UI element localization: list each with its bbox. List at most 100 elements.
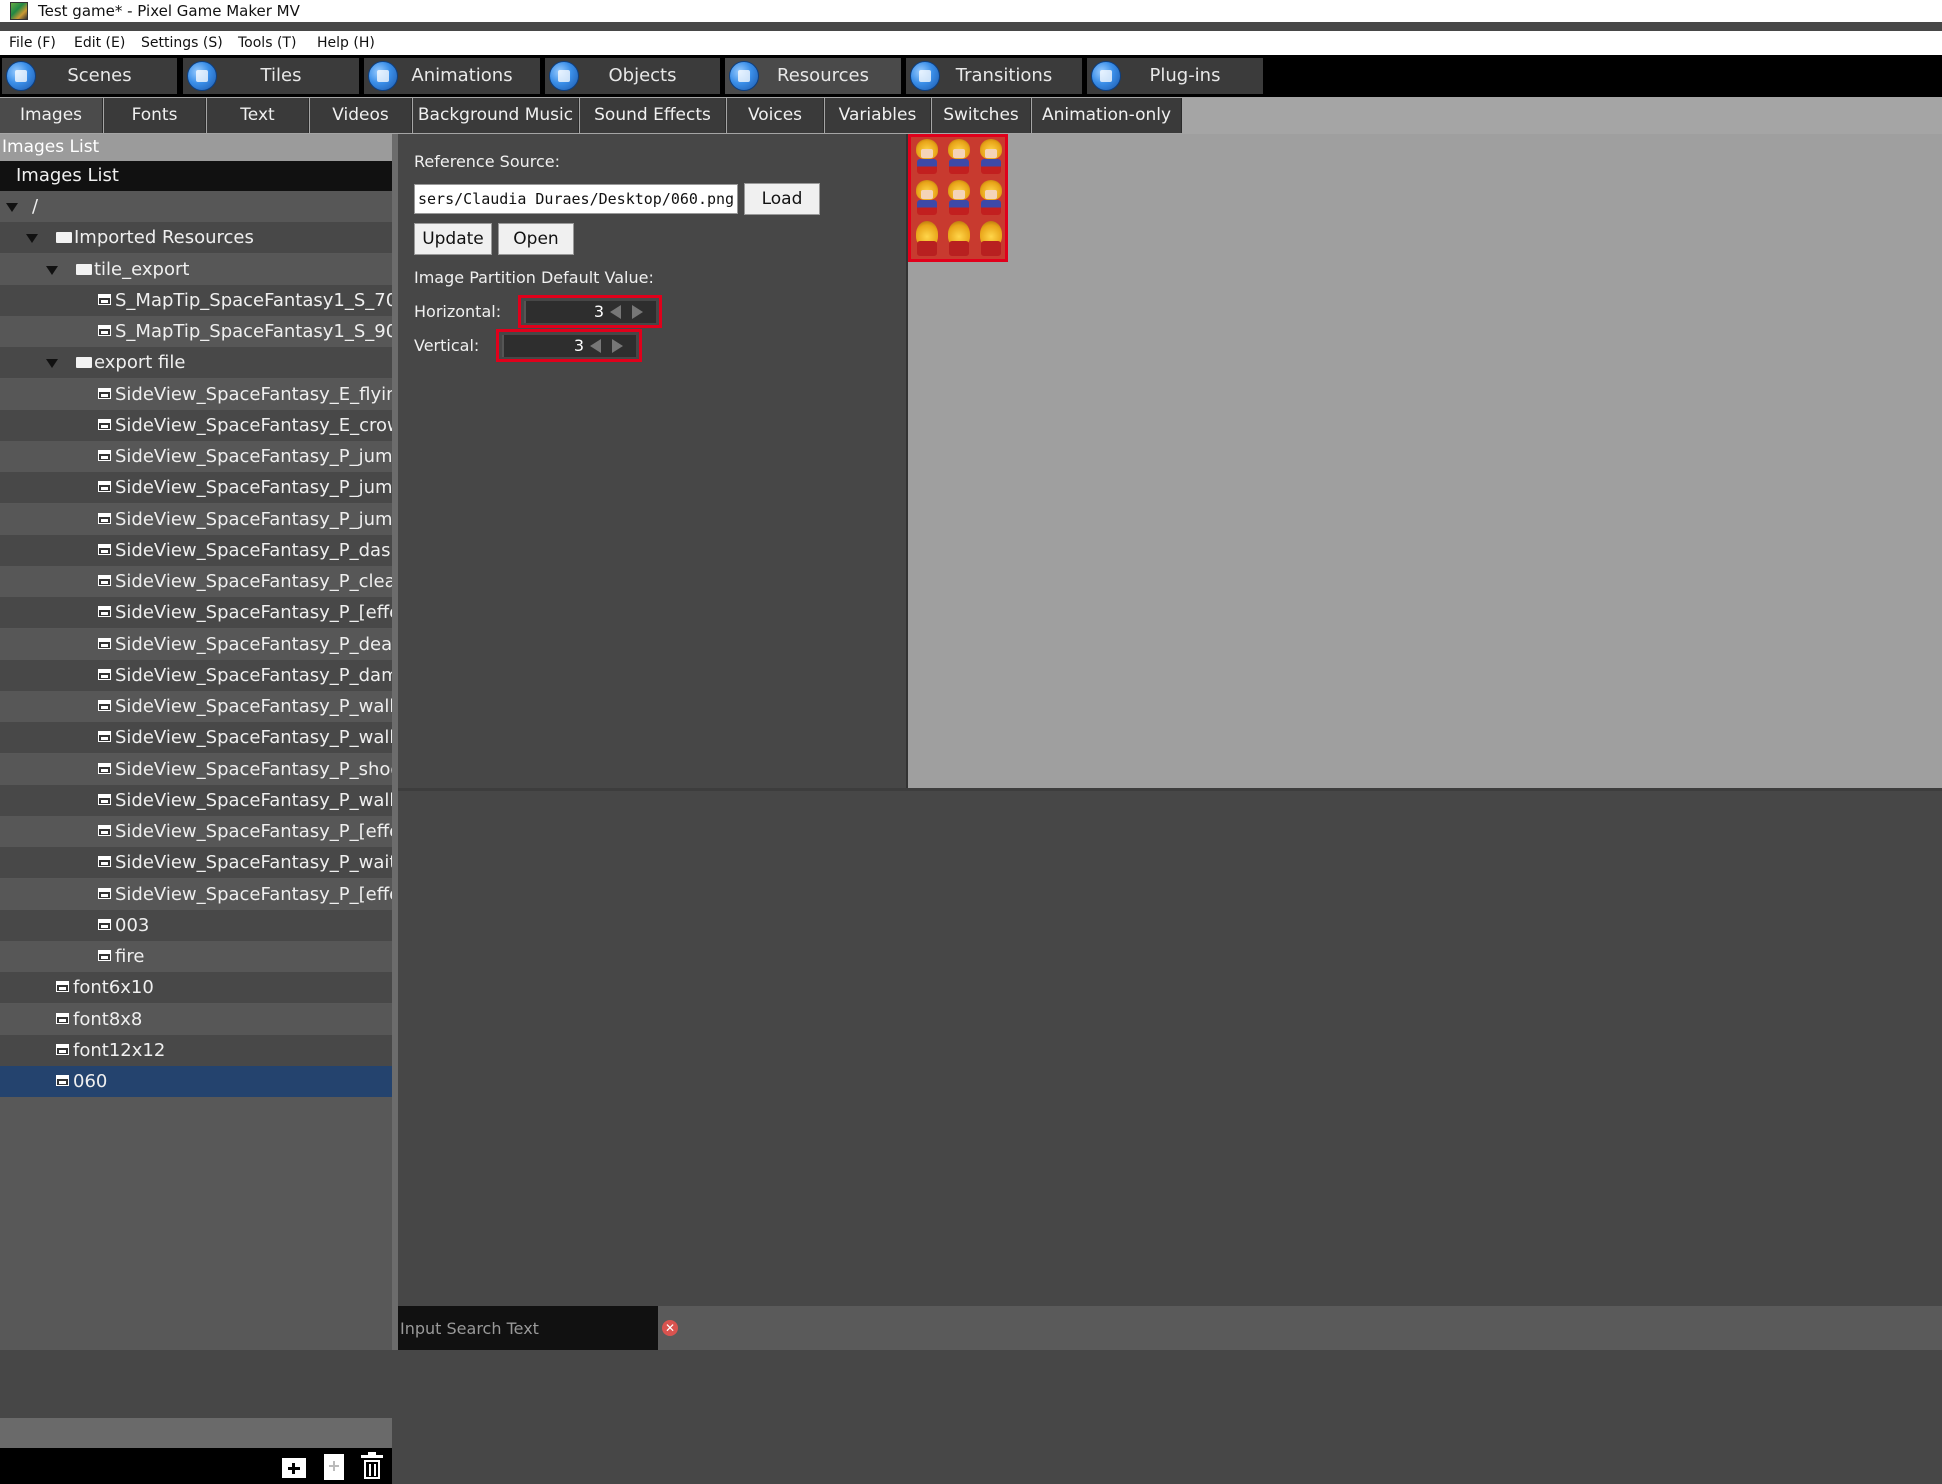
expand-arrow-icon[interactable] — [6, 203, 18, 212]
load-button[interactable]: Load — [744, 183, 820, 215]
tab-resources[interactable]: Resources — [725, 58, 901, 94]
tree-image-item[interactable]: SideView_SpaceFantasy_P_[effec — [0, 878, 392, 910]
decrement-arrow-icon[interactable] — [610, 305, 621, 319]
tree-folder[interactable]: tile_export — [0, 253, 392, 285]
tree-item-label: Imported Resources — [74, 227, 254, 249]
tree-image-item[interactable]: SideView_SpaceFantasy_P_shoot — [0, 753, 392, 785]
tree-image-item[interactable]: SideView_SpaceFantasy_P_dash — [0, 534, 392, 566]
increment-arrow-icon[interactable] — [632, 305, 643, 319]
search-input[interactable] — [398, 1306, 658, 1350]
tree-image-item[interactable]: SideView_SpaceFantasy_P_wait — [0, 847, 392, 879]
tab-scenes-label: Scenes — [67, 65, 132, 86]
tree-root[interactable]: / — [0, 191, 392, 222]
tab-tiles[interactable]: Tiles — [183, 58, 359, 94]
increment-arrow-icon[interactable] — [612, 339, 623, 353]
tree-image-item[interactable]: font8x8 — [0, 1003, 392, 1035]
image-icon — [56, 1043, 69, 1055]
sprite-frame — [944, 138, 974, 178]
tree-image-item[interactable]: S_MapTip_SpaceFantasy1_S_704 — [0, 284, 392, 316]
vertical-value: 3 — [573, 336, 584, 355]
tree-item-label: SideView_SpaceFantasy_P_damag — [115, 664, 392, 686]
tab-scenes[interactable]: Scenes — [2, 58, 177, 94]
subtab-videos[interactable]: Videos — [310, 98, 412, 133]
tree-image-item[interactable]: SideView_SpaceFantasy_P_jump — [0, 441, 392, 472]
subtab-switches[interactable]: Switches — [932, 98, 1031, 133]
decrement-arrow-icon[interactable] — [590, 339, 601, 353]
horizontal-scrollbar[interactable] — [0, 1418, 392, 1448]
subtab-background-music[interactable]: Background Music — [413, 98, 579, 133]
image-icon — [98, 637, 111, 649]
tree-image-item[interactable]: font12x12 — [0, 1034, 392, 1066]
tree-folder[interactable]: Imported Resources — [0, 222, 392, 254]
tab-objects[interactable]: Objects — [545, 58, 720, 94]
subtab-text[interactable]: Text — [207, 98, 309, 133]
menu-file[interactable]: File (F) — [9, 31, 56, 55]
tab-plugins[interactable]: Plug-ins — [1087, 58, 1263, 94]
add-folder-button[interactable] — [280, 1452, 308, 1480]
subtab-animation-only[interactable]: Animation-only — [1032, 98, 1182, 133]
horizontal-label: Horizontal: — [414, 302, 502, 321]
menu-tools[interactable]: Tools (T) — [238, 31, 296, 55]
tree-image-item[interactable]: SideView_SpaceFantasy_P_walk — [0, 722, 392, 754]
reference-source-input[interactable] — [414, 184, 738, 214]
tree-image-item[interactable]: SideView_SpaceFantasy_P_jump — [0, 472, 392, 504]
folder-icon — [76, 357, 92, 369]
image-icon — [56, 1012, 69, 1024]
image-icon — [98, 387, 111, 399]
add-image-button[interactable] — [320, 1452, 348, 1480]
subtab-voices[interactable]: Voices — [727, 98, 824, 133]
tree-image-item[interactable]: SideView_SpaceFantasy_P_walk s — [0, 691, 392, 722]
expand-arrow-icon[interactable] — [26, 234, 38, 244]
title-bar: Test game* - Pixel Game Maker MV — [0, 0, 1942, 22]
vertical-highlight: 3 — [496, 329, 642, 362]
tree-image-item[interactable]: SideView_SpaceFantasy_P_damag — [0, 659, 392, 691]
tree-image-item[interactable]: SideView_SpaceFantasy_P_death — [0, 628, 392, 660]
tree-image-item[interactable]: SideView_SpaceFantasy_P_[effec — [0, 816, 392, 847]
subtab-variables[interactable]: Variables — [825, 98, 931, 133]
update-button[interactable]: Update — [414, 223, 492, 255]
sprite-frame — [912, 179, 942, 219]
tree-image-item[interactable]: 003 — [0, 909, 392, 941]
tree-item-label: SideView_SpaceFantasy_P_jump — [115, 477, 392, 499]
tree-folder[interactable]: export file — [0, 347, 392, 379]
tree-item-label: 060 — [73, 1071, 108, 1092]
subtab-images[interactable]: Images — [0, 98, 103, 133]
tree-item-label: SideView_SpaceFantasy_P_walk s — [115, 789, 392, 811]
subtab-sound-effects[interactable]: Sound Effects — [580, 98, 726, 133]
subtab-fonts[interactable]: Fonts — [104, 98, 206, 133]
tree-image-item[interactable]: S_MapTip_SpaceFantasy1_S_906 — [0, 316, 392, 347]
tab-animations[interactable]: Animations — [364, 58, 540, 94]
sub-tab-bar: Images Fonts Text Videos Background Musi… — [0, 97, 1942, 134]
tree-image-item[interactable]: font6x10 — [0, 972, 392, 1004]
tab-tiles-label: Tiles — [260, 65, 302, 86]
menu-settings[interactable]: Settings (S) — [141, 31, 223, 55]
tree-image-item[interactable]: SideView_SpaceFantasy_E_flying — [0, 378, 392, 410]
menu-help[interactable]: Help (H) — [317, 31, 375, 55]
tree-item-label: tile_export — [94, 258, 190, 280]
images-list-header: Images List — [0, 161, 392, 191]
tab-transitions[interactable]: Transitions — [906, 58, 1082, 94]
tree-image-item[interactable]: SideView_SpaceFantasy_E_crowli — [0, 409, 392, 441]
image-icon — [98, 700, 111, 711]
horizontal-spinner[interactable]: 3 — [524, 301, 656, 323]
image-icon — [98, 606, 111, 618]
tree-image-item[interactable]: SideView_SpaceFantasy_P_[effec — [0, 597, 392, 629]
tree-image-item[interactable]: 060 — [0, 1066, 392, 1097]
expand-arrow-icon[interactable] — [46, 359, 58, 369]
folder-icon — [76, 263, 92, 275]
image-icon — [98, 575, 111, 586]
expand-arrow-icon[interactable] — [46, 265, 58, 275]
open-button[interactable]: Open — [498, 223, 574, 255]
tree-image-item[interactable]: SideView_SpaceFantasy_P_walk s — [0, 784, 392, 816]
image-properties-panel: Reference Source: Load Update Open Image… — [398, 134, 906, 788]
tree-item-label: SideView_SpaceFantasy_E_crowli — [115, 414, 392, 436]
sprite-frame — [944, 220, 974, 260]
menu-edit[interactable]: Edit (E) — [74, 31, 125, 55]
tree-image-item[interactable]: SideView_SpaceFantasy_P_clear — [0, 566, 392, 597]
delete-button[interactable] — [358, 1452, 386, 1480]
vertical-spinner[interactable]: 3 — [502, 335, 636, 357]
clear-icon[interactable]: ✕ — [662, 1320, 678, 1336]
tree-image-item[interactable]: SideView_SpaceFantasy_P_jump — [0, 503, 392, 535]
tree-item-label: SideView_SpaceFantasy_P_death — [115, 633, 392, 655]
tree-image-item[interactable]: fire — [0, 941, 392, 972]
